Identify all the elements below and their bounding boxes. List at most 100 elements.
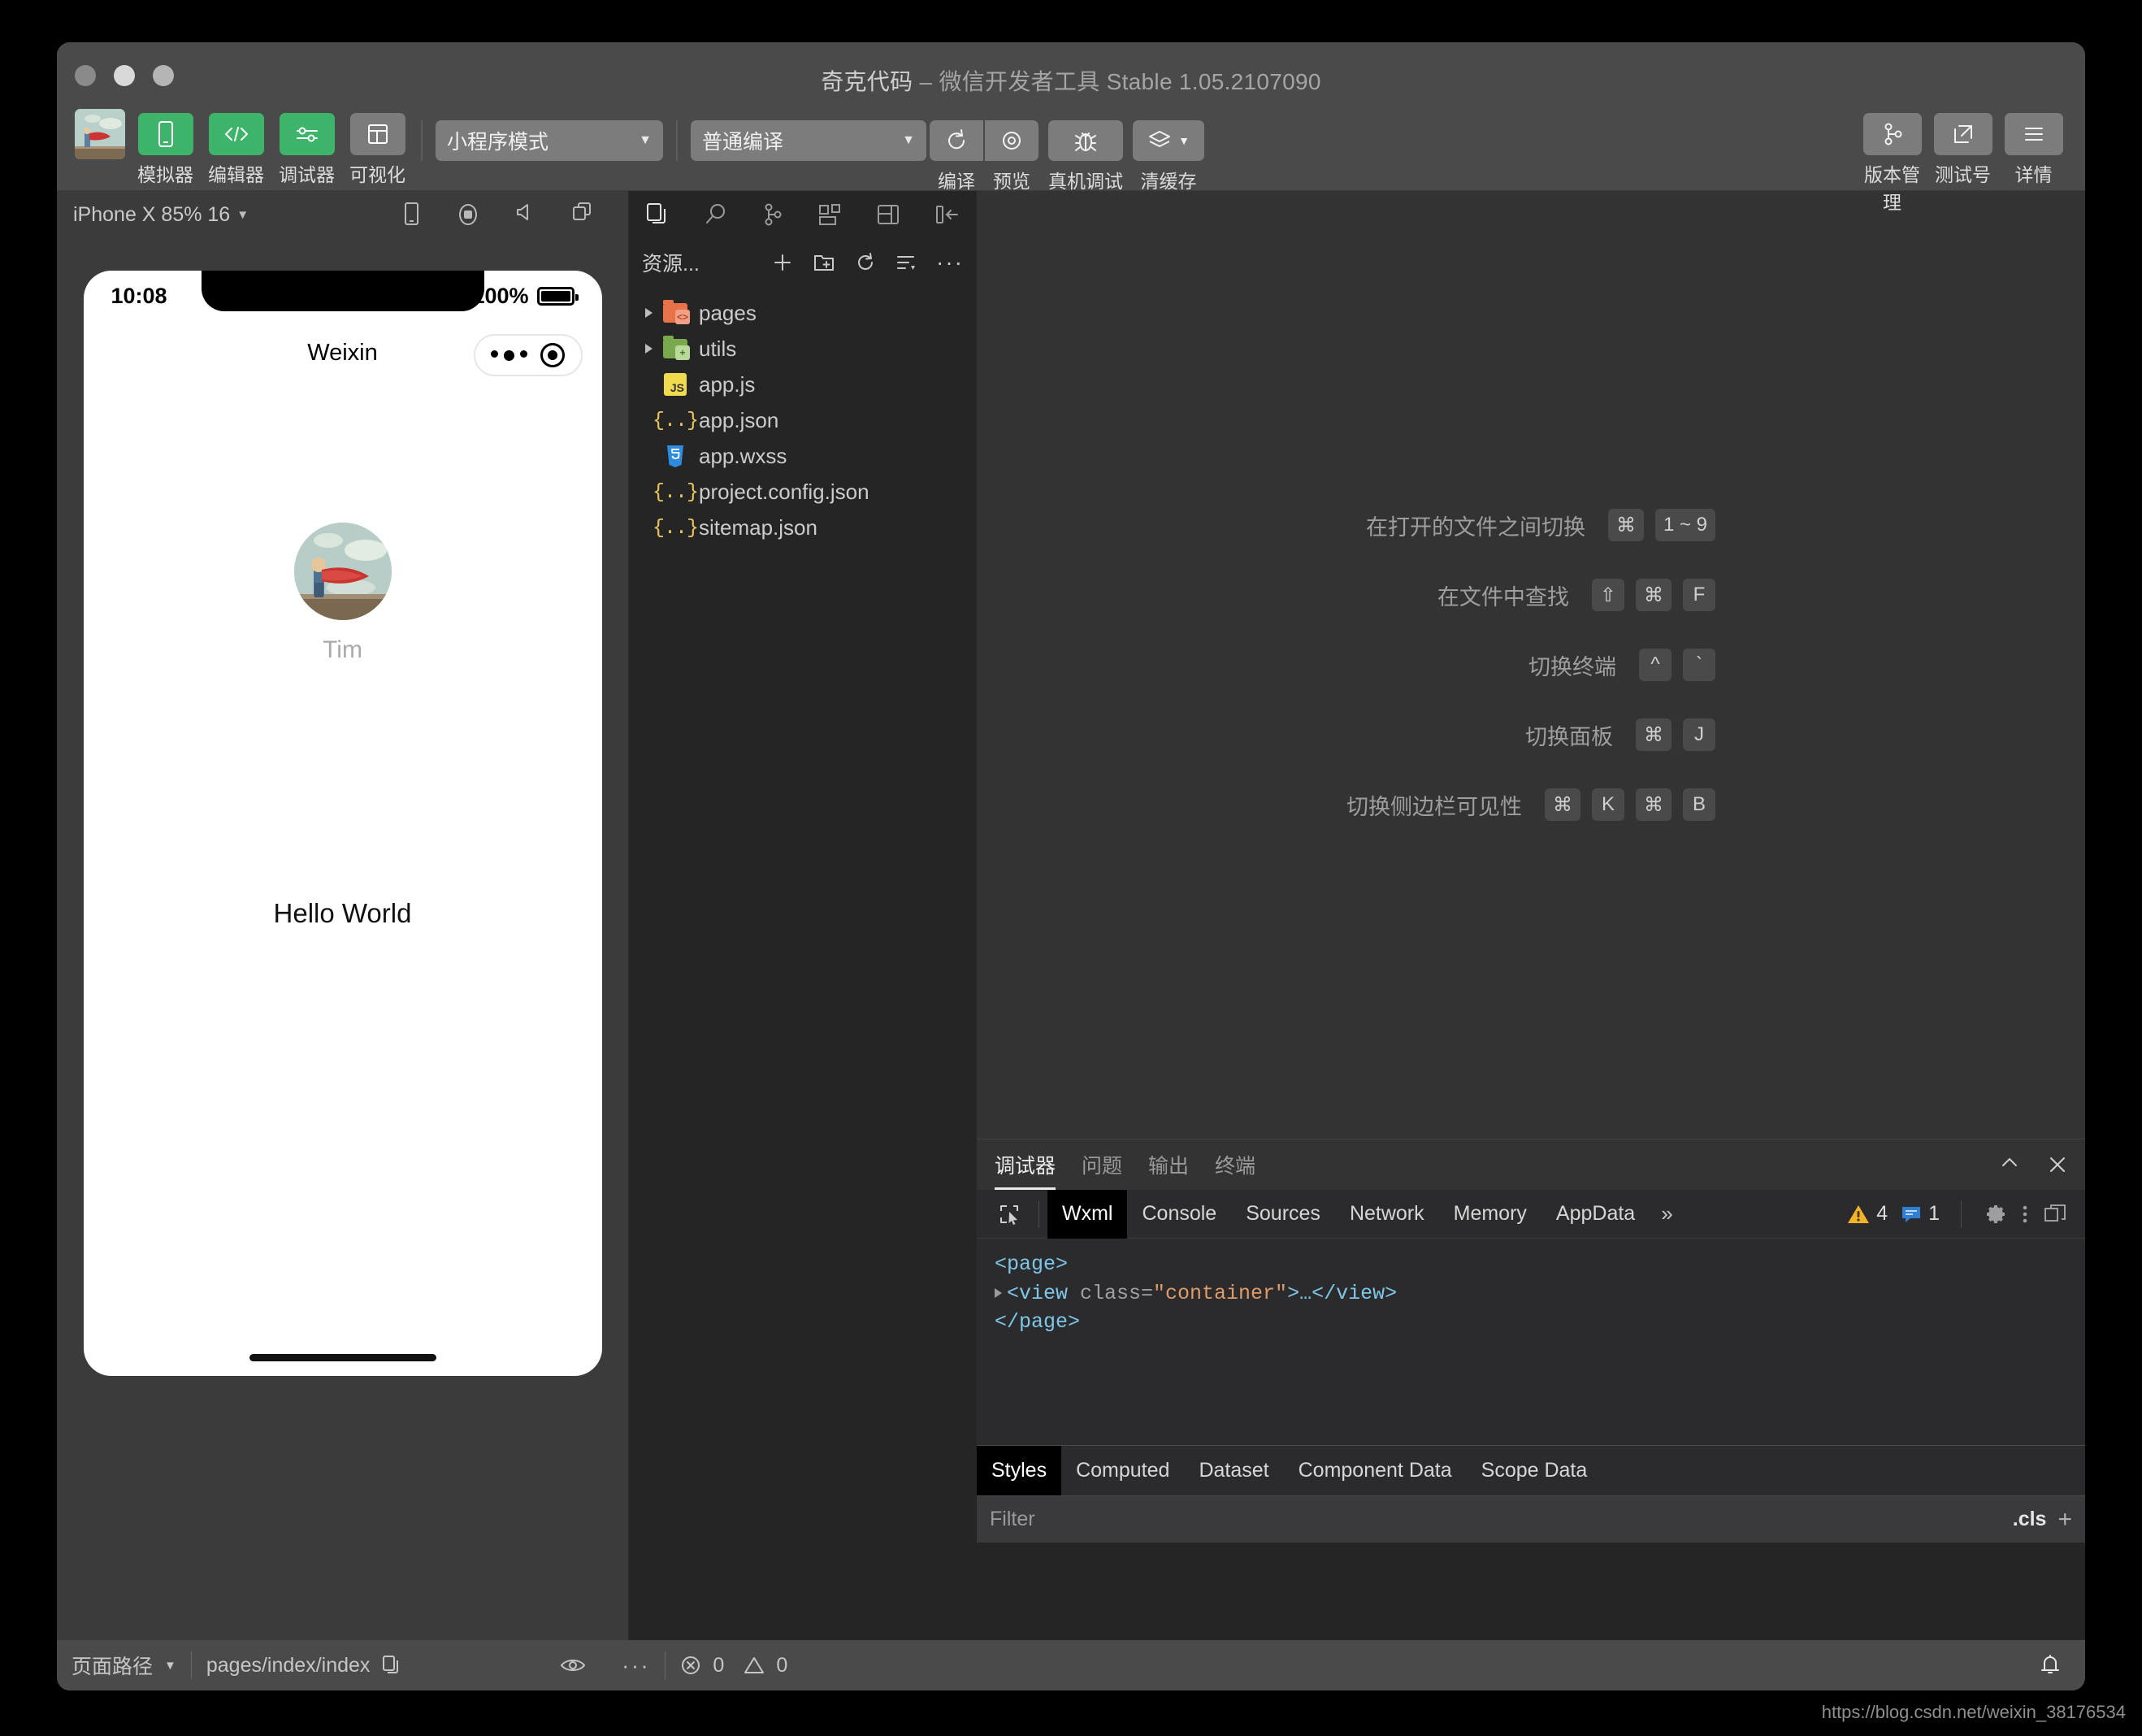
layout-split-icon[interactable] [876, 202, 900, 227]
tree-item-app-json[interactable]: {..} app.json [629, 402, 977, 438]
shortcut-key: B [1683, 788, 1715, 821]
warning-count: 0 [776, 1653, 788, 1677]
status-more-icon[interactable]: ··· [622, 1655, 650, 1676]
toolbar-item-visualizer[interactable]: 可视化 [347, 106, 408, 187]
styles-tab-component-data[interactable]: Component Data [1284, 1446, 1467, 1496]
tree-item-pages[interactable]: <> pages [629, 295, 977, 331]
page-path-select[interactable]: 页面路径 ▼ [57, 1640, 191, 1690]
devtools-overflow-button[interactable]: » [1650, 1190, 1684, 1239]
toolbar-item-debugger[interactable]: 调试器 [276, 106, 337, 187]
phone-rotate-icon[interactable] [401, 201, 422, 228]
toolbar-item-version-control[interactable]: 版本管理 [1862, 106, 1923, 215]
close-target-icon[interactable] [540, 343, 565, 367]
devtools-tab-network[interactable]: Network [1335, 1190, 1439, 1239]
compile-button[interactable]: 编译 [930, 106, 983, 193]
shortcut-row: 在文件中查找 ⇧ ⌘ F [1346, 579, 1715, 611]
shortcut-key: J [1683, 718, 1715, 751]
tree-item-label: project.config.json [699, 479, 869, 504]
styles-tab-dataset[interactable]: Dataset [1184, 1446, 1283, 1496]
toolbar-item-test-account[interactable]: 测试号 [1932, 106, 1993, 215]
volume-icon[interactable] [514, 201, 537, 228]
search-icon[interactable] [704, 202, 728, 227]
copy-icon[interactable] [381, 1655, 401, 1676]
bell-icon[interactable] [2038, 1652, 2062, 1678]
warning-icon [1848, 1204, 1870, 1223]
window-icon[interactable] [571, 201, 594, 228]
collapse-sidebar-icon[interactable] [934, 202, 960, 227]
wxml-line-2[interactable]: <view class= "container" >…</view> [995, 1279, 2067, 1309]
file-tree: <> pages + utils JS app.js {..} app.json… [629, 287, 977, 545]
device-select[interactable]: iPhone X 85% 16 [73, 203, 230, 227]
user-avatar-button[interactable] [75, 109, 125, 159]
chevron-right-icon[interactable] [639, 344, 658, 354]
collapse-all-icon[interactable] [895, 254, 917, 271]
tree-item-utils[interactable]: + utils [629, 331, 977, 367]
devtools-tab-appdata[interactable]: AppData [1541, 1190, 1650, 1239]
tree-item-sitemap-json[interactable]: {..} sitemap.json [629, 510, 977, 545]
shortcut-key: ⇧ [1591, 579, 1624, 611]
shortcut-key: F [1683, 579, 1715, 611]
wxml-tree[interactable]: <page> <view class= "container" >…</view> … [977, 1239, 2085, 1446]
toolbar-item-details[interactable]: 详情 [2003, 106, 2064, 215]
shortcut-row: 切换侧边栏可见性 ⌘ K ⌘ B [1346, 788, 1715, 821]
mode-select[interactable]: 小程序模式 ▼ [436, 120, 663, 161]
branch-icon[interactable] [762, 202, 783, 227]
avatar-image [75, 109, 125, 159]
chevron-right-icon[interactable] [639, 308, 658, 318]
kebab-icon[interactable] [2020, 1202, 2030, 1226]
devtools-tab-console[interactable]: Console [1127, 1190, 1231, 1239]
tree-item-app-js[interactable]: JS app.js [629, 367, 977, 402]
json-file-icon: {..} [653, 480, 699, 504]
message-badge[interactable]: 1 [1901, 1202, 1940, 1226]
files-icon[interactable] [645, 202, 670, 228]
plus-icon[interactable] [772, 252, 793, 273]
folder-icon: + [658, 336, 692, 360]
add-style-rule-icon[interactable]: + [2057, 1506, 2072, 1534]
chevron-down-icon[interactable]: ▼ [236, 208, 249, 222]
dock-icon[interactable] [2043, 1203, 2067, 1226]
toolbar-divider-1 [421, 120, 423, 161]
record-icon[interactable] [456, 201, 480, 228]
panel-tab-terminal[interactable]: 终端 [1215, 1139, 1255, 1190]
devtools-tab-wxml[interactable]: Wxml [1047, 1189, 1128, 1239]
wxml-page-open: <page> [995, 1252, 1069, 1276]
preview-label: 预览 [993, 171, 1030, 192]
more-dots-icon[interactable] [491, 349, 528, 361]
warning-badge[interactable]: 4 [1847, 1202, 1888, 1226]
collapse-icon[interactable] [1999, 1155, 2020, 1174]
styles-tab-computed[interactable]: Computed [1061, 1446, 1184, 1496]
panel-tab-output[interactable]: 输出 [1148, 1139, 1189, 1190]
clear-cache-button[interactable]: ▼ 清缓存 [1133, 106, 1204, 193]
preview-button[interactable]: 预览 [985, 106, 1038, 193]
refresh-icon[interactable] [855, 252, 876, 273]
styles-tab-bar: Styles Computed Dataset Component Data S… [977, 1445, 2085, 1496]
tree-item-project-config-json[interactable]: {..} project.config.json [629, 474, 977, 510]
toolbar-item-editor[interactable]: 编辑器 [206, 106, 267, 187]
more-icon[interactable]: ··· [936, 251, 964, 274]
expand-triangle-icon[interactable] [995, 1288, 1002, 1299]
filter-input[interactable]: Filter [990, 1508, 2013, 1531]
devtools-tab-memory[interactable]: Memory [1439, 1190, 1541, 1239]
extensions-icon[interactable] [817, 202, 842, 227]
tree-item-app-wxss[interactable]: app.wxss [629, 438, 977, 474]
panel-tab-debugger[interactable]: 调试器 [995, 1139, 1056, 1190]
cls-button[interactable]: .cls [2013, 1508, 2047, 1531]
styles-tab-scope-data[interactable]: Scope Data [1467, 1446, 1602, 1496]
inspect-element-icon[interactable] [988, 1203, 1030, 1226]
gear-icon[interactable] [1983, 1202, 2007, 1226]
eye-icon [985, 120, 1038, 161]
build-select[interactable]: 普通编译 ▼ [691, 120, 926, 161]
problems-counts[interactable]: 0 0 [666, 1640, 802, 1690]
styles-content [977, 1543, 2085, 1640]
page-path-value-group: pages/index/index [192, 1640, 416, 1690]
toolbar-item-simulator[interactable]: 模拟器 [135, 106, 196, 187]
wechat-capsule[interactable] [473, 334, 583, 376]
status-eye-icon[interactable] [560, 1656, 586, 1674]
devtools-tab-sources[interactable]: Sources [1231, 1190, 1335, 1239]
styles-tab-styles[interactable]: Styles [977, 1445, 1062, 1496]
new-folder-icon[interactable] [813, 253, 835, 272]
panel-tab-problems[interactable]: 问题 [1082, 1139, 1122, 1190]
avatar[interactable] [293, 523, 392, 620]
real-device-debug-button[interactable]: 真机调试 [1048, 106, 1123, 193]
close-icon[interactable] [2048, 1155, 2067, 1174]
